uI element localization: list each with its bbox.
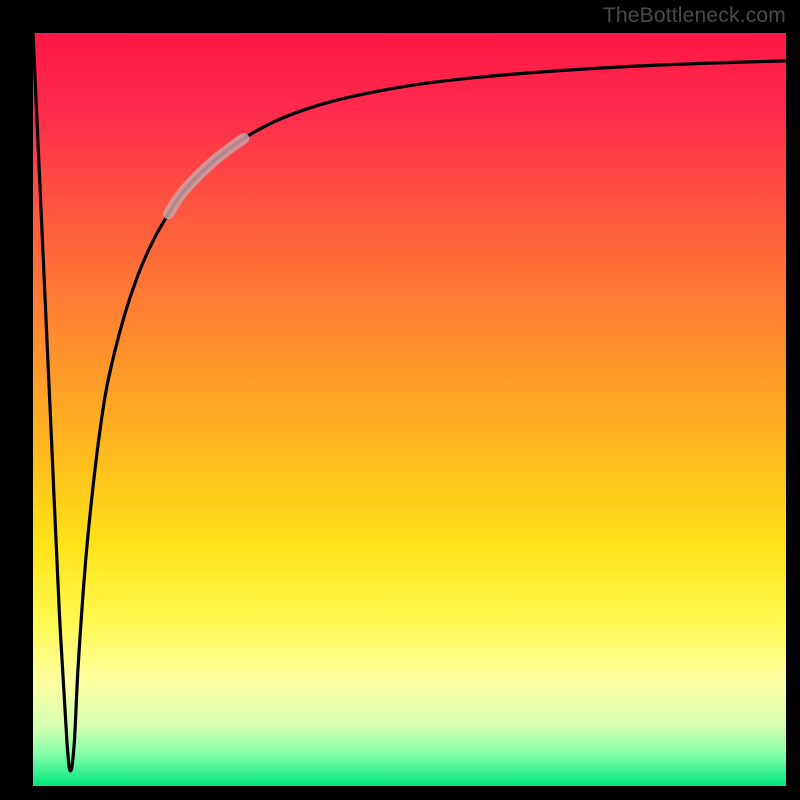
curve-layer xyxy=(0,0,800,800)
bottleneck-curve xyxy=(33,33,786,771)
attribution-text: TheBottleneck.com xyxy=(603,4,786,28)
highlight-segment xyxy=(169,138,244,213)
chart-frame: TheBottleneck.com xyxy=(0,0,800,800)
